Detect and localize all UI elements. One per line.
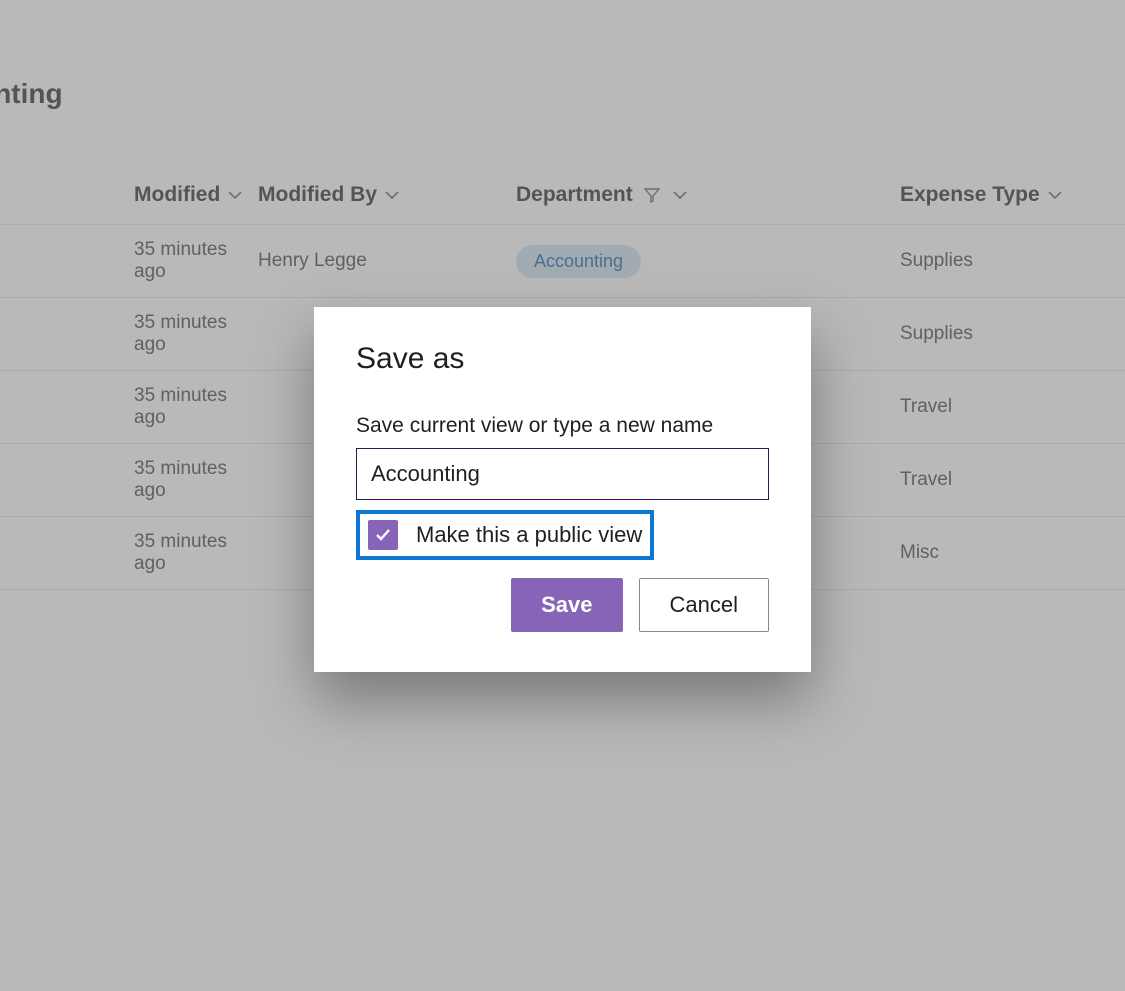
cancel-button[interactable]: Cancel [639,578,769,632]
checkmark-icon [368,520,398,550]
save-button[interactable]: Save [511,578,622,632]
dialog-input-label: Save current view or type a new name [356,414,769,438]
dialog-title: Save as [356,342,769,376]
save-as-dialog: Save as Save current view or type a new … [314,307,811,672]
view-name-input[interactable] [356,448,769,500]
checkbox-label: Make this a public view [416,522,642,548]
public-view-checkbox-row[interactable]: Make this a public view [356,510,654,560]
